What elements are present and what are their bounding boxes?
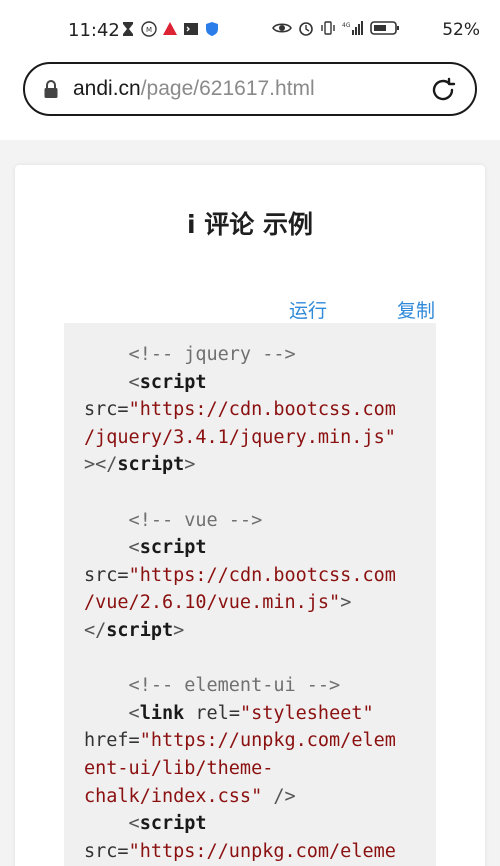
shield-icon bbox=[206, 22, 218, 36]
code-token: href= bbox=[84, 730, 140, 752]
hourglass-icon bbox=[123, 22, 133, 36]
code-block: <!-- jquery --> <script src="https://cdn.… bbox=[64, 323, 436, 866]
code-token: src= bbox=[84, 564, 129, 586]
code-token: src= bbox=[84, 399, 129, 421]
code-token: "https://cdn.bootcss.com bbox=[128, 399, 396, 421]
battery-percent: 52% bbox=[442, 20, 480, 40]
url-text[interactable]: andi.cn/page/621617.html bbox=[73, 77, 315, 101]
status-bar: 11:42 M 4G 52% bbox=[0, 0, 500, 56]
code-line: <!-- element-ui --> bbox=[84, 672, 396, 700]
code-line: chalk/index.css" /> bbox=[84, 783, 396, 811]
article-card: i 评论 示例 运行 复制 <!-- jquery --> <script src… bbox=[15, 165, 485, 866]
run-button[interactable]: 运行 bbox=[289, 296, 327, 323]
code-line: <script bbox=[84, 369, 396, 397]
code-token: "https://unpkg.com/eleme bbox=[128, 840, 396, 862]
code-token: "stylesheet" bbox=[239, 702, 374, 724]
code-token: link bbox=[139, 702, 185, 724]
reload-icon[interactable] bbox=[429, 76, 457, 104]
code-token: script bbox=[139, 813, 207, 835]
copy-button[interactable]: 复制 bbox=[397, 296, 435, 323]
code-line: <!-- vue --> bbox=[84, 507, 396, 535]
code-token: script bbox=[106, 619, 174, 641]
vibrate-icon bbox=[321, 21, 335, 35]
code-line: <link rel="stylesheet" bbox=[84, 700, 396, 728]
code-token: /> bbox=[262, 785, 296, 807]
code-token: ></ bbox=[84, 454, 118, 476]
code-line: src="https://cdn.bootcss.com bbox=[84, 562, 396, 590]
lock-icon bbox=[44, 80, 58, 98]
code-token: "https://cdn.bootcss.com bbox=[128, 564, 396, 586]
status-time: 11:42 bbox=[68, 20, 120, 41]
code-line: href="https://unpkg.com/elem bbox=[84, 727, 396, 755]
notification-icons: M bbox=[120, 21, 220, 37]
terminal-icon bbox=[184, 23, 198, 35]
code-token: <!-- vue --> bbox=[84, 509, 263, 531]
code-token: < bbox=[84, 537, 140, 559]
code-line: /jquery/3.4.1/jquery.min.js" bbox=[84, 424, 396, 452]
battery-icon bbox=[370, 21, 399, 35]
svg-text:M: M bbox=[146, 26, 152, 34]
code-token: < bbox=[84, 813, 140, 835]
code-token: <!-- jquery --> bbox=[84, 344, 296, 365]
url-path: /page/621617.html bbox=[140, 77, 315, 100]
code-line: <!-- jquery --> bbox=[84, 341, 396, 369]
app-badge-icon: M bbox=[141, 21, 157, 37]
code-token: /jquery/3.4.1/jquery.min.js" bbox=[84, 426, 396, 448]
eye-icon bbox=[272, 23, 292, 33]
code-token: > bbox=[184, 454, 196, 476]
code-token: script bbox=[117, 454, 185, 476]
code-line: </script> bbox=[84, 617, 396, 645]
address-bar[interactable]: andi.cn/page/621617.html bbox=[23, 62, 477, 116]
signal-icon: 4G bbox=[342, 21, 363, 35]
warning-app-icon bbox=[163, 22, 177, 35]
code-token: < bbox=[84, 371, 140, 393]
code-token: < bbox=[84, 702, 140, 724]
code-line: /vue/2.6.10/vue.min.js"> bbox=[84, 589, 396, 617]
code-line: ent-ui/lib/theme- bbox=[84, 755, 396, 783]
code-token: > bbox=[173, 619, 185, 641]
code-token: </ bbox=[84, 619, 107, 641]
code-token: rel= bbox=[184, 702, 240, 724]
code-token: script bbox=[139, 537, 207, 559]
code-line: <script bbox=[84, 810, 396, 838]
code-token: script bbox=[139, 371, 207, 393]
code-token: src= bbox=[84, 840, 129, 862]
code-line: ></script> bbox=[84, 451, 396, 479]
code-token: /vue/2.6.10/vue.min.js" bbox=[84, 592, 341, 614]
code-token: > bbox=[340, 592, 352, 614]
code-token: chalk/index.css" bbox=[84, 785, 263, 807]
system-icons: 4G bbox=[272, 20, 400, 36]
code-token: "https://unpkg.com/elem bbox=[139, 730, 396, 752]
code-content: <!-- jquery --> <script src="https://cdn.… bbox=[84, 341, 396, 865]
code-line: <script bbox=[84, 534, 396, 562]
code-line: src="https://unpkg.com/eleme bbox=[84, 838, 396, 866]
page-title: i 评论 示例 bbox=[187, 210, 313, 239]
url-host: andi.cn bbox=[73, 77, 141, 100]
alarm-icon bbox=[299, 22, 313, 36]
svg-text:4G: 4G bbox=[342, 22, 351, 29]
code-token: <!-- element-ui --> bbox=[84, 675, 341, 697]
code-token: ent-ui/lib/theme- bbox=[84, 757, 274, 779]
code-line: src="https://cdn.bootcss.com bbox=[84, 396, 396, 424]
